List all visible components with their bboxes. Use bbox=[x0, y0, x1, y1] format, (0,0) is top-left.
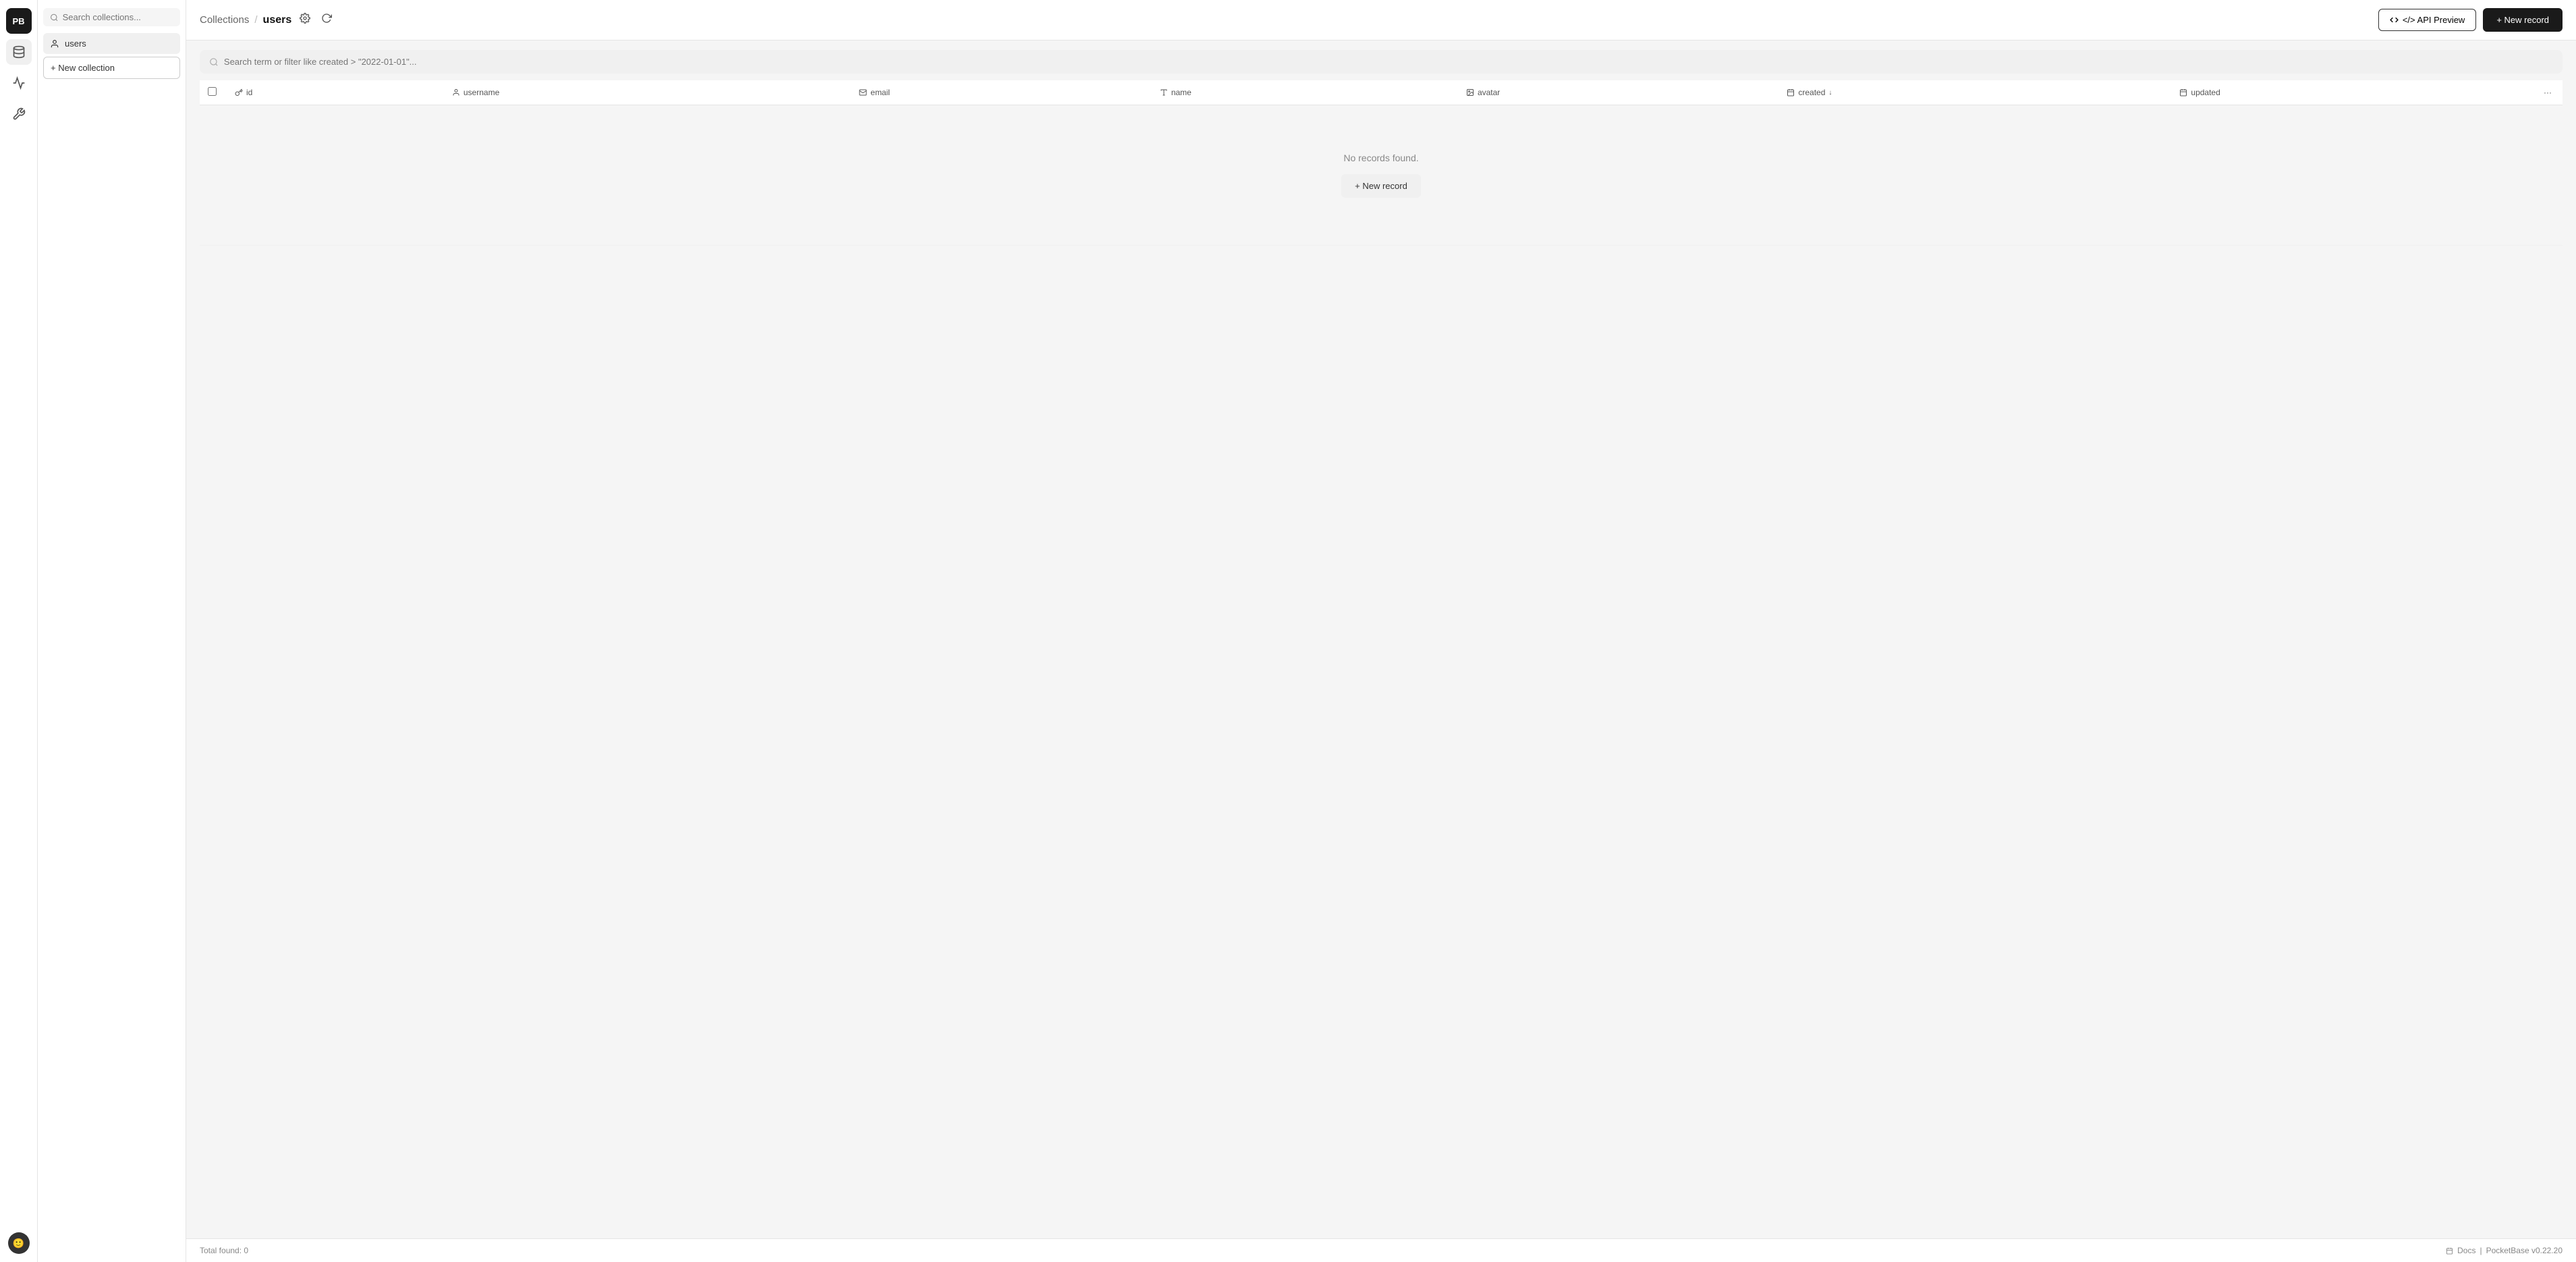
breadcrumb-current: users bbox=[263, 14, 292, 26]
total-found: Total found: 0 bbox=[200, 1246, 248, 1255]
more-icon: ··· bbox=[2544, 88, 2552, 97]
api-preview-label: </> API Preview bbox=[2403, 15, 2465, 25]
sort-desc-icon: ↓ bbox=[1828, 89, 1832, 97]
version-label: PocketBase v0.22.20 bbox=[2486, 1246, 2563, 1255]
sidebar-item-users[interactable]: users bbox=[43, 33, 180, 54]
empty-state-row: No records found. + New record bbox=[200, 105, 2563, 246]
col-email[interactable]: email bbox=[851, 80, 1152, 105]
analytics-icon-btn[interactable] bbox=[6, 70, 32, 96]
chart-icon bbox=[12, 76, 26, 90]
col-updated-label: updated bbox=[2191, 88, 2220, 97]
tools-icon-btn[interactable] bbox=[6, 101, 32, 127]
footer-calendar-icon bbox=[2446, 1247, 2453, 1255]
total-label: Total found: bbox=[200, 1246, 242, 1255]
key-icon bbox=[235, 88, 243, 97]
email-col-icon bbox=[859, 88, 867, 97]
database-icon bbox=[12, 45, 26, 59]
refresh-button[interactable] bbox=[318, 10, 335, 30]
breadcrumb-separator: / bbox=[254, 14, 257, 26]
tools-icon bbox=[12, 107, 26, 121]
api-preview-button[interactable]: </> API Preview bbox=[2378, 9, 2477, 31]
header: Collections / users </> AP bbox=[186, 0, 2576, 40]
col-username-label: username bbox=[464, 88, 499, 97]
col-username[interactable]: username bbox=[444, 80, 851, 105]
main-content: Collections / users </> AP bbox=[186, 0, 2576, 1262]
col-created-label: created bbox=[1798, 88, 1825, 97]
refresh-icon bbox=[321, 13, 332, 24]
select-all-checkbox[interactable] bbox=[208, 87, 217, 96]
search-icon bbox=[50, 13, 59, 22]
table-search[interactable] bbox=[200, 50, 2563, 74]
calendar2-col-icon bbox=[2179, 88, 2187, 97]
sidebar-search[interactable] bbox=[43, 8, 180, 26]
col-created[interactable]: created ↓ bbox=[1779, 80, 2171, 105]
table-wrapper: id username bbox=[186, 74, 2576, 1238]
select-all-col[interactable] bbox=[200, 80, 227, 105]
user-col-icon bbox=[452, 88, 460, 97]
col-updated[interactable]: updated bbox=[2171, 80, 2536, 105]
col-name-label: name bbox=[1171, 88, 1192, 97]
logo-button[interactable]: PB bbox=[6, 8, 32, 34]
docs-link[interactable]: Docs bbox=[2457, 1246, 2475, 1255]
new-record-button[interactable]: + New record bbox=[2483, 8, 2563, 32]
calendar-col-icon bbox=[1787, 88, 1795, 97]
users-icon bbox=[50, 39, 59, 49]
sidebar-item-users-label: users bbox=[65, 38, 86, 49]
col-more[interactable]: ··· bbox=[2536, 80, 2563, 105]
empty-new-record-button[interactable]: + New record bbox=[1341, 174, 1421, 198]
col-name[interactable]: name bbox=[1152, 80, 1458, 105]
user-avatar[interactable]: 🙂 bbox=[8, 1232, 30, 1254]
table-search-icon bbox=[209, 57, 219, 67]
table-header-row: id username bbox=[200, 80, 2563, 105]
footer: Total found: 0 Docs | PocketBase v0.22.2… bbox=[186, 1238, 2576, 1262]
col-id-label: id bbox=[246, 88, 252, 97]
breadcrumb: Collections / users bbox=[200, 10, 335, 30]
icon-bar: PB 🙂 bbox=[0, 0, 38, 1262]
empty-new-record-label: + New record bbox=[1355, 181, 1407, 191]
text-col-icon bbox=[1160, 88, 1168, 97]
table-body: No records found. + New record bbox=[200, 105, 2563, 246]
empty-message: No records found. bbox=[1343, 153, 1418, 163]
table-search-input[interactable] bbox=[224, 57, 2553, 67]
settings-button[interactable] bbox=[297, 10, 313, 30]
new-collection-label: + New collection bbox=[51, 63, 115, 73]
sidebar: users + New collection bbox=[38, 0, 186, 1262]
new-record-label: + New record bbox=[2496, 15, 2549, 25]
footer-separator: | bbox=[2480, 1246, 2482, 1255]
breadcrumb-root: Collections bbox=[200, 14, 249, 26]
content-area: id username bbox=[186, 40, 2576, 1262]
empty-state-cell: No records found. + New record bbox=[200, 105, 2563, 246]
gear-icon bbox=[300, 13, 310, 24]
footer-links: Docs | PocketBase v0.22.20 bbox=[2446, 1246, 2563, 1255]
col-avatar-label: avatar bbox=[1478, 88, 1500, 97]
code-icon bbox=[2390, 16, 2399, 24]
total-count: 0 bbox=[244, 1246, 248, 1255]
col-id[interactable]: id bbox=[227, 80, 444, 105]
col-avatar[interactable]: avatar bbox=[1458, 80, 1779, 105]
collections-icon-btn[interactable] bbox=[6, 39, 32, 65]
image-col-icon bbox=[1466, 88, 1474, 97]
empty-state: No records found. + New record bbox=[208, 112, 2554, 238]
sidebar-search-input[interactable] bbox=[63, 12, 173, 22]
col-email-label: email bbox=[870, 88, 890, 97]
header-actions: </> API Preview + New record bbox=[2378, 8, 2563, 32]
new-collection-button[interactable]: + New collection bbox=[43, 57, 180, 79]
records-table: id username bbox=[200, 80, 2563, 246]
